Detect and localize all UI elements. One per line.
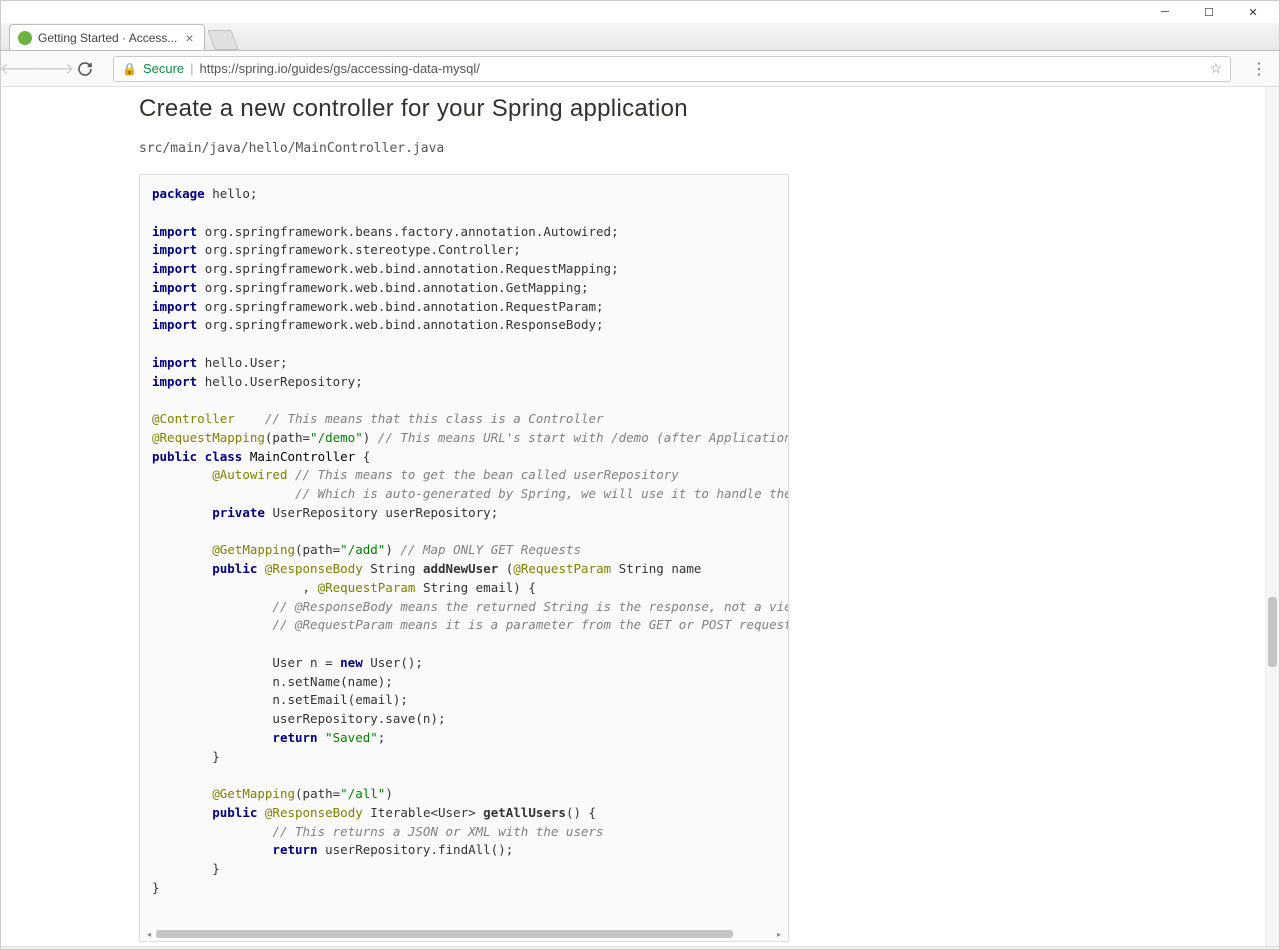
omnibox-divider: |	[190, 61, 193, 76]
url-text: https://spring.io/guides/gs/accessing-da…	[200, 61, 1204, 76]
reload-button[interactable]	[73, 57, 97, 81]
source-file-path: src/main/java/hello/MainController.java	[139, 141, 801, 156]
page-v-scrollbar[interactable]	[1265, 87, 1279, 949]
browser-window: ─ ☐ ✕ Getting Started · Access... × 🡐 🡒 …	[0, 0, 1280, 950]
lock-icon: 🔒	[122, 62, 137, 76]
scroll-right-icon[interactable]: ▸	[774, 930, 784, 939]
back-button[interactable]: 🡐	[9, 57, 33, 81]
maximize-button[interactable]: ☐	[1187, 1, 1231, 23]
tab-title: Getting Started · Access...	[38, 31, 177, 45]
v-scroll-thumb[interactable]	[1268, 597, 1277, 667]
scroll-left-icon[interactable]: ◂	[144, 930, 154, 939]
window-bottom-border	[1, 946, 1279, 949]
page-scroll-area[interactable]: Create a new controller for your Spring …	[1, 87, 1265, 949]
window-titlebar: ─ ☐ ✕	[1, 1, 1279, 23]
code-block[interactable]: package hello; import org.springframewor…	[140, 175, 788, 908]
code-block-container: package hello; import org.springframewor…	[139, 174, 789, 942]
reload-icon	[77, 61, 93, 77]
browser-tab[interactable]: Getting Started · Access... ×	[9, 24, 205, 50]
h-scroll-thumb[interactable]	[156, 930, 733, 938]
browser-menu-button[interactable]: ⋮	[1247, 57, 1271, 81]
minimize-button[interactable]: ─	[1143, 1, 1187, 23]
tab-strip: Getting Started · Access... ×	[1, 23, 1279, 51]
code-h-scrollbar[interactable]: ◂ ▸	[144, 929, 784, 939]
tab-close-icon[interactable]: ×	[183, 30, 195, 46]
close-button[interactable]: ✕	[1231, 1, 1275, 23]
bookmark-star-icon[interactable]: ☆	[1209, 60, 1222, 77]
page-content: Create a new controller for your Spring …	[1, 87, 801, 942]
page-viewport: Create a new controller for your Spring …	[1, 87, 1279, 949]
section-heading: Create a new controller for your Spring …	[139, 95, 801, 123]
browser-toolbar: 🡐 🡒 🔒 Secure | https://spring.io/guides/…	[1, 51, 1279, 87]
secure-label: Secure	[143, 61, 184, 76]
spring-favicon-icon	[18, 31, 32, 45]
address-bar[interactable]: 🔒 Secure | https://spring.io/guides/gs/a…	[113, 56, 1231, 82]
forward-button[interactable]: 🡒	[41, 57, 65, 81]
new-tab-button[interactable]	[207, 30, 238, 50]
